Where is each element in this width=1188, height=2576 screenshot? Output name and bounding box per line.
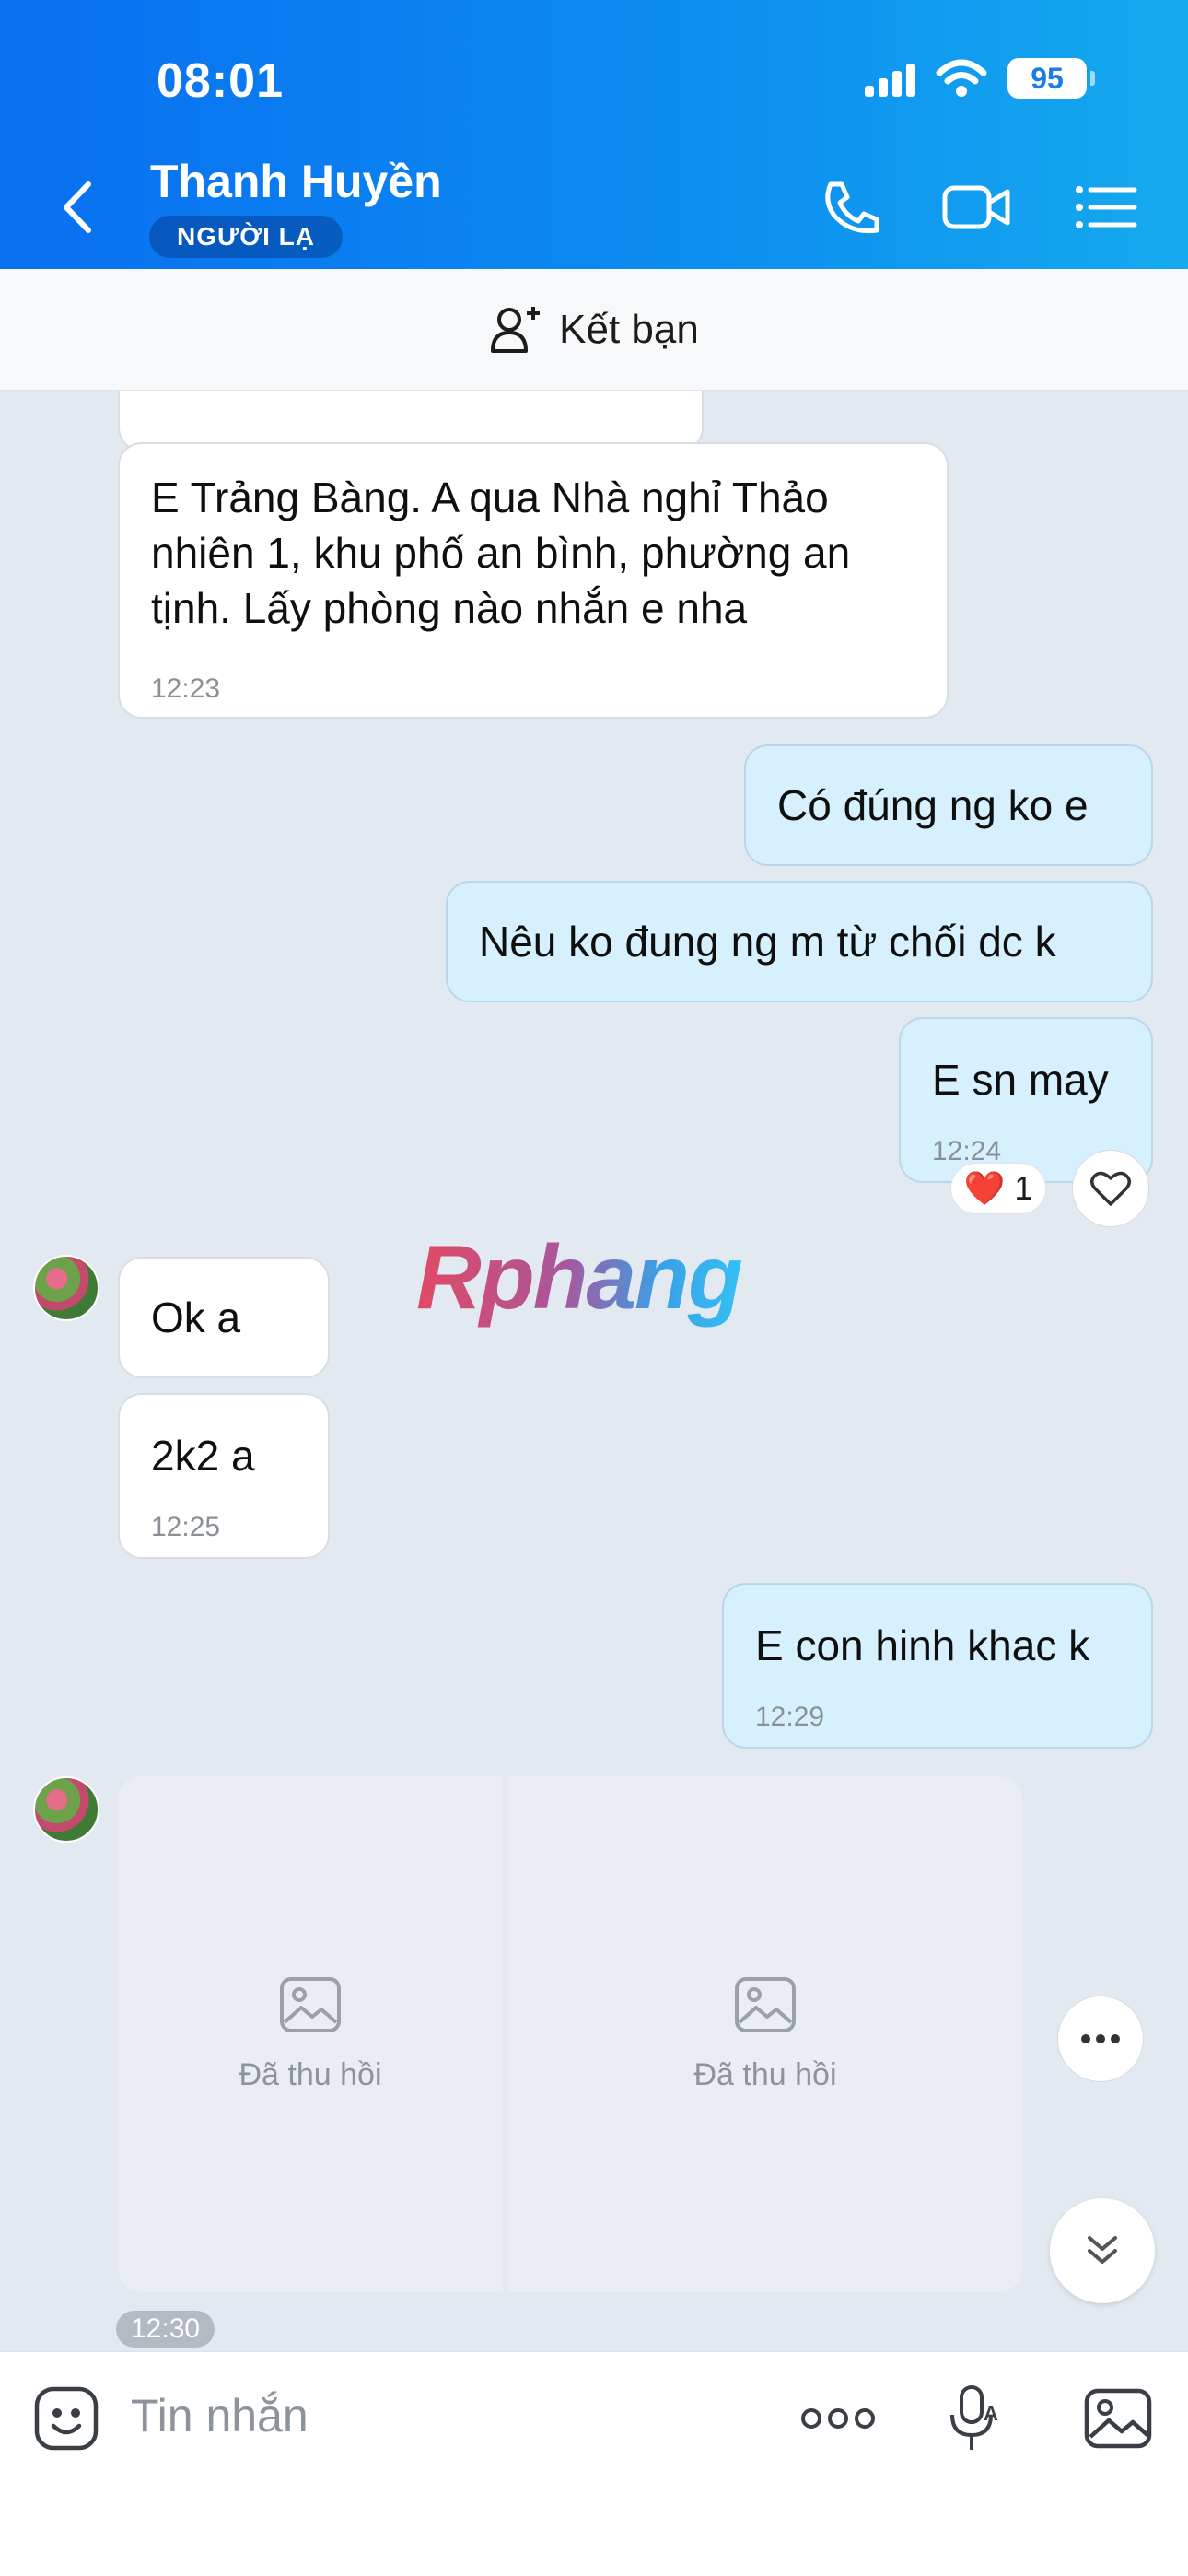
avatar[interactable] [33,1255,99,1321]
voice-input-button[interactable]: A [936,2380,1013,2457]
message-time: 12:23 [151,673,221,704]
back-button[interactable] [55,175,101,240]
more-actions-button[interactable] [799,2380,877,2457]
wifi-icon [936,59,987,97]
message-input-bar: Tin nhắn A [0,2351,1188,2576]
more-dots-icon [801,2408,875,2429]
add-friend-bar[interactable]: Kết bạn [0,269,1188,391]
recalled-label: Đã thu hồi [693,2056,837,2092]
message-text-line: nhiên 1, khu phố an bình, phường an [151,529,851,577]
battery-icon: 95 [1007,58,1095,99]
message-text: 2k2 a [151,1432,255,1480]
message-text-line: tịnh. Lấy phòng nào nhắn e nha [151,584,748,632]
add-friend-label: Kết bạn [559,306,699,352]
back-icon [64,181,91,233]
react-button[interactable] [1072,1150,1149,1227]
video-call-button[interactable] [939,175,1013,240]
message-text: Ok a [151,1294,241,1341]
message-text-line: E Trảng Bàng. A qua Nhà nghỉ Thảo [151,474,829,521]
heart-outline-icon [1090,1171,1131,1206]
message-bubble-incoming[interactable]: E Trảng Bàng. A qua Nhà nghỉ Thảo nhiên … [118,442,949,719]
emoji-sticker-icon [34,2386,99,2451]
voice-text-icon: A [950,2385,998,2450]
sticker-button[interactable] [28,2380,105,2457]
watermark-logo: Rphang [416,1226,743,1328]
status-time: 08:01 [157,54,284,108]
message-text: Có đúng ng ko e [777,781,1089,829]
recalled-label: Đã thu hồi [239,2056,382,2092]
image-gallery-icon [1084,2388,1152,2449]
message-bubble-outgoing[interactable]: Có đúng ng ko e [744,744,1153,866]
avatar[interactable] [33,1776,99,1843]
more-dots-icon [1081,2034,1120,2043]
message-input[interactable]: Tin nhắn [131,2389,309,2442]
reaction-count: 1 [1014,1169,1033,1207]
call-button[interactable] [814,175,888,240]
message-options-button[interactable] [1057,1996,1144,2082]
heart-emoji-icon: ❤️ [963,1169,1006,1207]
contact-name[interactable]: Thanh Huyền [150,155,442,208]
stranger-badge: NGƯỜI LẠ [149,216,343,258]
message-bubble-incoming[interactable]: 2k2 a 12:25 [118,1393,330,1559]
message-bubble-outgoing[interactable]: Nêu ko đung ng m từ chối dc k [446,881,1153,1002]
recalled-image-left[interactable]: Đã thu hồi [118,1776,503,2292]
svg-text:A: A [984,2402,998,2425]
recalled-image-right[interactable]: Đã thu hồi [508,1776,1022,2292]
scroll-to-bottom-button[interactable] [1050,2198,1155,2303]
message-text: E con hinh khac k [755,1622,1090,1669]
cellular-signal-icon [865,60,915,97]
reaction-chip[interactable]: ❤️ 1 [950,1163,1046,1214]
image-placeholder-icon [735,1976,796,2032]
image-picker-button[interactable] [1079,2380,1157,2457]
status-icons: 95 [865,55,1095,101]
message-time: 12:29 [755,1702,825,1732]
message-time-chip: 12:30 [116,2311,215,2348]
menu-list-icon [1076,186,1137,228]
video-call-icon [942,185,1010,229]
message-bubble-incoming[interactable]: Ok a [118,1257,330,1378]
message-bubble-outgoing[interactable]: E con hinh khac k 12:29 [722,1583,1153,1749]
message-text: E sn may [932,1056,1109,1104]
add-user-icon [491,306,541,353]
menu-button[interactable] [1068,175,1142,240]
double-chevron-down-icon [1088,2236,1117,2264]
image-placeholder-icon [280,1976,341,2032]
phone-icon [825,181,879,234]
message-time: 12:25 [151,1512,221,1542]
chat-header: 08:01 95 Thanh Huyền NGƯỜI LẠ [0,0,1188,269]
message-text: Nêu ko đung ng m từ chối dc k [479,918,1056,966]
